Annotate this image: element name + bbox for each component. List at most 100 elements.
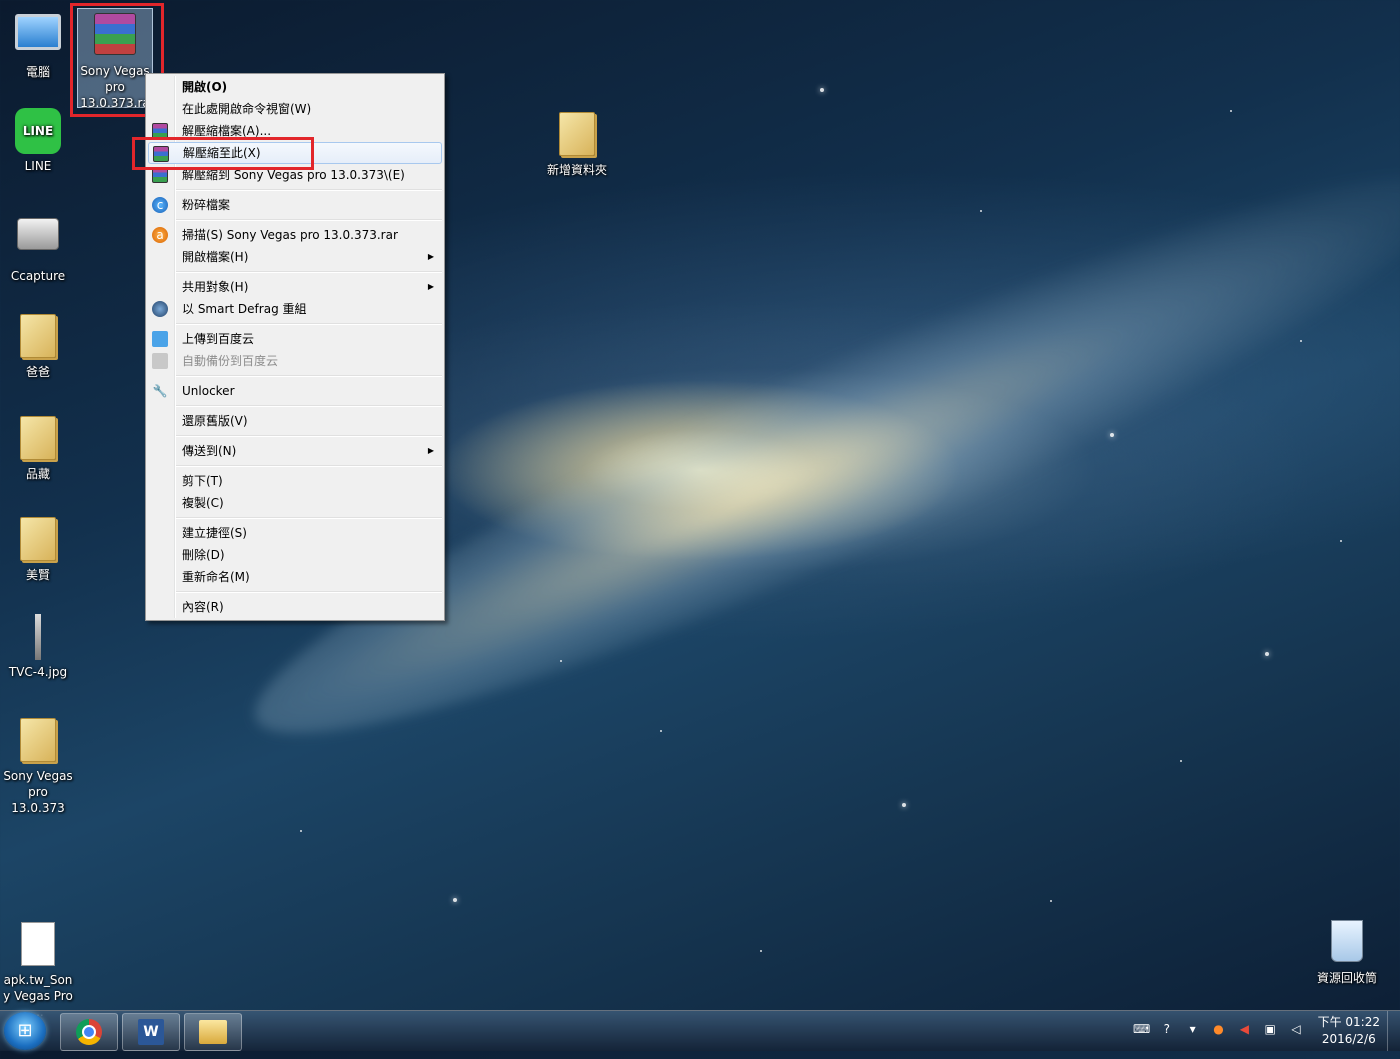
menu-item-cmd-here[interactable]: 在此處開啟命令視窗(W) — [148, 98, 442, 120]
menu-item-smart-defrag[interactable]: 以 Smart Defrag 重組 — [148, 298, 442, 320]
desktop-icon-label: Sony Vegas pro 13.0.373.ra — [80, 64, 150, 110]
star — [1340, 540, 1342, 542]
menu-item-label: 掃描(S) Sony Vegas pro 13.0.373.rar — [182, 228, 398, 242]
menu-item-label: 還原舊版(V) — [182, 414, 248, 428]
submenu-arrow-icon: ▶ — [427, 446, 434, 455]
menu-item-extract-here[interactable]: 解壓縮至此(X) — [148, 142, 442, 164]
menu-item-auto-backup-baidu: 自動備份到百度云 — [148, 350, 442, 372]
computer-icon — [15, 14, 61, 50]
menu-item-open-with[interactable]: 開啟檔案(H) ▶ — [148, 246, 442, 268]
desktop-icon-sony-folder[interactable]: Sony Vegas pro 13.0.373 — [1, 714, 75, 816]
speaker-icon[interactable]: ◁ — [1288, 1021, 1304, 1037]
menu-item-rename[interactable]: 重新命名(M) — [148, 566, 442, 588]
winrar-icon — [152, 123, 168, 139]
clock[interactable]: 下午 01:22 2016/2/6 — [1318, 1014, 1380, 1048]
rar-archive-icon — [94, 13, 136, 55]
keyboard-icon[interactable]: ⌨ — [1133, 1021, 1150, 1037]
menu-item-delete[interactable]: 刪除(D) — [148, 544, 442, 566]
menu-item-shred[interactable]: c 粉碎檔案 — [148, 194, 442, 216]
menu-separator — [176, 465, 442, 467]
context-menu: 開啟(O) 在此處開啟命令視窗(W) 解壓縮檔案(A)... 解壓縮至此(X) … — [145, 73, 445, 621]
desktop-icon-label: 品藏 — [25, 467, 50, 481]
menu-item-label: Unlocker — [182, 384, 235, 398]
star — [560, 660, 562, 662]
desktop-icon-ccapture[interactable]: Ccapture — [1, 210, 75, 284]
menu-separator — [176, 591, 442, 593]
menu-item-label: 在此處開啟命令視窗(W) — [182, 102, 312, 116]
menu-item-create-shortcut[interactable]: 建立捷徑(S) — [148, 522, 442, 544]
recycle-bin-icon — [1331, 920, 1363, 962]
antivirus-tray-icon[interactable]: ● — [1211, 1021, 1227, 1037]
menu-item-label: 粉碎檔案 — [182, 198, 231, 212]
star — [1265, 652, 1269, 656]
folder-icon — [559, 112, 595, 156]
taskbar-explorer-button[interactable] — [184, 1013, 242, 1051]
start-button[interactable]: ⊞ — [4, 1012, 46, 1050]
menu-item-label: 開啟檔案(H) — [182, 250, 249, 264]
menu-item-upload-baidu[interactable]: 上傳到百度云 — [148, 328, 442, 350]
desktop-icon-label: 新增資料夾 — [546, 163, 607, 177]
menu-item-label: 共用對象(H) — [182, 280, 249, 294]
network-icon[interactable]: ▣ — [1262, 1021, 1278, 1037]
menu-separator — [176, 517, 442, 519]
menu-item-scan[interactable]: a 掃描(S) Sony Vegas pro 13.0.373.rar — [148, 224, 442, 246]
volume-mute-icon[interactable]: ◀ — [1236, 1021, 1252, 1037]
star — [1300, 340, 1302, 342]
menu-item-label: 建立捷徑(S) — [182, 526, 247, 540]
desktop-icon-meixian[interactable]: 美賢 — [1, 513, 75, 583]
menu-item-label: 傳送到(N) — [182, 444, 237, 458]
menu-item-share-with[interactable]: 共用對象(H) ▶ — [148, 276, 442, 298]
folder-icon — [20, 718, 56, 762]
clock-date: 2016/2/6 — [1321, 1032, 1376, 1046]
chrome-icon — [76, 1019, 102, 1045]
cloud-upload-icon — [152, 331, 168, 347]
menu-item-extract-files[interactable]: 解壓縮檔案(A)... — [148, 120, 442, 142]
desktop-icon-label: TVC-4.jpg — [8, 665, 68, 679]
folder-icon — [20, 517, 56, 561]
menu-item-label: 剪下(T) — [182, 474, 223, 488]
desktop-icon-dad[interactable]: 爸爸 — [1, 310, 75, 380]
desktop-icon-label: 爸爸 — [25, 365, 50, 379]
winrar-icon — [153, 146, 169, 162]
desktop-icon-label: 資源回收筒 — [1316, 971, 1377, 985]
desktop-icon-rar-file[interactable]: Sony Vegas pro 13.0.373.ra — [77, 8, 153, 110]
document-icon — [21, 922, 55, 966]
star — [1180, 760, 1182, 762]
taskbar-word-button[interactable]: W — [122, 1013, 180, 1051]
menu-item-extract-to[interactable]: 解壓縮到 Sony Vegas pro 13.0.373\(E) — [148, 164, 442, 186]
system-tray: ⌨ ? ▾ ● ◀ ▣ ◁ — [1127, 1021, 1304, 1041]
help-icon[interactable]: ? — [1159, 1021, 1175, 1037]
menu-item-copy[interactable]: 複製(C) — [148, 492, 442, 514]
menu-item-label: 解壓縮到 Sony Vegas pro 13.0.373\(E) — [182, 168, 405, 182]
menu-item-unlocker[interactable]: 🔧 Unlocker — [148, 380, 442, 402]
menu-item-send-to[interactable]: 傳送到(N) ▶ — [148, 440, 442, 462]
desktop-icon-line[interactable]: LINE LINE — [1, 108, 75, 174]
show-hidden-icons-icon[interactable]: ▾ — [1185, 1021, 1201, 1037]
desktop-icon-apk-doc[interactable]: apk.tw_Sony Vegas Pro ... — [1, 918, 75, 1020]
star — [300, 830, 302, 832]
line-icon: LINE — [15, 108, 61, 154]
desktop-icon-label: 美賢 — [25, 568, 50, 582]
menu-separator — [176, 219, 442, 221]
desktop-icon-label: 電腦 — [25, 65, 50, 79]
windows-start-icon: ⊞ — [17, 1020, 33, 1041]
menu-item-open[interactable]: 開啟(O) — [148, 76, 442, 98]
desktop-icon-recycle-bin[interactable]: 資源回收筒 — [1310, 916, 1384, 986]
menu-item-restore-previous[interactable]: 還原舊版(V) — [148, 410, 442, 432]
star — [1050, 900, 1052, 902]
folder-icon — [20, 314, 56, 358]
desktop-icon-tvc[interactable]: TVC-4.jpg — [1, 614, 75, 680]
taskbar-chrome-button[interactable] — [60, 1013, 118, 1051]
star — [660, 730, 662, 732]
desktop-icon-collection[interactable]: 品藏 — [1, 412, 75, 482]
menu-item-properties[interactable]: 內容(R) — [148, 596, 442, 618]
defrag-icon — [152, 301, 168, 317]
desktop-icon-computer[interactable]: 電腦 — [1, 8, 75, 80]
star — [1110, 433, 1114, 437]
menu-separator — [176, 435, 442, 437]
show-desktop-button[interactable] — [1387, 1011, 1400, 1051]
explorer-icon — [199, 1020, 227, 1044]
menu-item-cut[interactable]: 剪下(T) — [148, 470, 442, 492]
desktop-icon-new-folder[interactable]: 新增資料夾 — [540, 108, 614, 178]
desktop-icon-label: LINE — [24, 159, 52, 173]
